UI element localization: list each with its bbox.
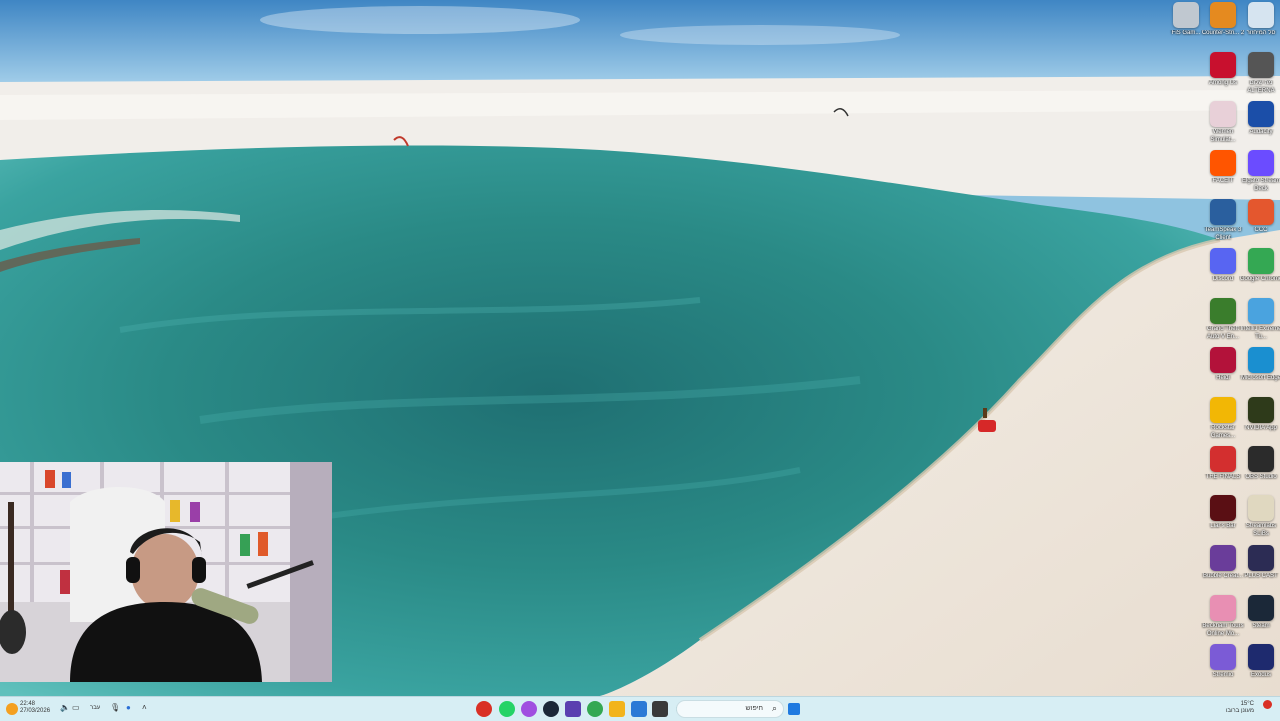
desktop-icon-label: NVIDIA App bbox=[1245, 425, 1277, 431]
desktop-icon-label: סל המיחזור bbox=[1246, 30, 1276, 36]
stream-deck-icon bbox=[1248, 150, 1274, 176]
desktop-icon[interactable]: CCC bbox=[1242, 199, 1280, 235]
app-tray-icon[interactable]: ● bbox=[126, 704, 131, 712]
game-controller-icon bbox=[1173, 2, 1199, 28]
desktop-icon[interactable]: Bubble Creat... bbox=[1203, 545, 1243, 581]
desktop-icon[interactable]: סל המיחזור bbox=[1242, 2, 1280, 38]
language-indicator[interactable]: עבר bbox=[90, 705, 100, 712]
desktop-icon[interactable]: OBS Studio bbox=[1242, 446, 1280, 482]
search-box[interactable]: ⌕ חיפוש bbox=[676, 700, 784, 718]
desktop-icon[interactable]: Stremio bbox=[1204, 644, 1242, 680]
desktop-icon[interactable]: Among Us bbox=[1204, 52, 1242, 88]
clock-date[interactable]: 27/03/2026 bbox=[20, 708, 50, 715]
desktop-icon[interactable]: Microsoft Edge bbox=[1240, 347, 1280, 383]
desktop-icon-label: Steam bbox=[1252, 623, 1270, 629]
counter-strike-icon bbox=[1210, 2, 1236, 28]
messenger-icon[interactable] bbox=[521, 701, 537, 717]
desktop-icon[interactable]: Exodus bbox=[1242, 644, 1280, 680]
plus-cast-icon bbox=[1248, 545, 1274, 571]
bubble-icon bbox=[1210, 545, 1236, 571]
game-icon bbox=[1210, 595, 1236, 621]
game-icon bbox=[1210, 101, 1236, 127]
desktop-icon[interactable]: Elgato Stream Deck bbox=[1242, 150, 1280, 193]
heidi-icon bbox=[1210, 347, 1236, 373]
chrome-icon[interactable] bbox=[587, 701, 603, 717]
desktop-icon[interactable]: TeamSpeak 3 Client bbox=[1204, 199, 1242, 242]
desktop-icon[interactable]: Counter-Stri... 2 bbox=[1202, 2, 1244, 38]
desktop-icon[interactable]: FiS Gam... bbox=[1167, 2, 1205, 38]
desktop-icon[interactable]: Google Chrome bbox=[1239, 248, 1280, 284]
notification-badge-icon[interactable] bbox=[1263, 700, 1272, 709]
desktop-icon-label: Audacity bbox=[1249, 129, 1273, 135]
desktop-icon[interactable]: Streamlabs SLiBs bbox=[1242, 495, 1280, 538]
edge-icon bbox=[1248, 347, 1274, 373]
desktop-icon-label: IntelliJ Extreme Tu... bbox=[1240, 326, 1280, 340]
desktop-icon[interactable]: Liar's Bar bbox=[1204, 495, 1242, 531]
weather-temp[interactable]: 15°C bbox=[1241, 701, 1254, 708]
weather-icon[interactable] bbox=[6, 703, 18, 715]
desktop-icon[interactable]: IntelliJ Extreme Tu... bbox=[1240, 298, 1280, 341]
desktop-icon[interactable]: Grand Theft Auto V En... bbox=[1204, 298, 1242, 341]
exodus-icon bbox=[1248, 644, 1274, 670]
app-icon[interactable] bbox=[652, 701, 668, 717]
steam-icon[interactable] bbox=[543, 701, 559, 717]
desktop-icon[interactable]: מה שלום ALTERNA bbox=[1242, 52, 1280, 95]
stremio-icon bbox=[1210, 644, 1236, 670]
desktop-icon-label: Google Chrome bbox=[1239, 276, 1280, 282]
rockstar-icon bbox=[1210, 397, 1236, 423]
steam-icon bbox=[1248, 595, 1274, 621]
speaker-icon[interactable]: 🔈 bbox=[60, 704, 70, 712]
among-us-icon bbox=[1210, 52, 1236, 78]
desktop-icon[interactable]: PLUS CAST bbox=[1242, 545, 1280, 581]
desktop-icon-label: Streamlabs SLiBs bbox=[1245, 523, 1277, 537]
desktop-icon-label: Elgato Stream Deck bbox=[1241, 178, 1280, 192]
desktop-icon[interactable]: FACEIT bbox=[1204, 150, 1242, 186]
weather-desc[interactable]: מעונן ברובו bbox=[1226, 708, 1254, 715]
nvidia-icon bbox=[1248, 397, 1274, 423]
desktop-icon-label: OBS Studio bbox=[1245, 474, 1277, 480]
desktop-icon[interactable]: THE FINALS bbox=[1204, 446, 1242, 482]
clock-time[interactable]: 22:48 bbox=[20, 701, 35, 708]
red-app-icon[interactable] bbox=[476, 701, 492, 717]
intel-icon bbox=[1248, 298, 1274, 324]
chrome-icon bbox=[1248, 248, 1274, 274]
teamspeak-icon bbox=[1210, 199, 1236, 225]
search-placeholder: חיפוש bbox=[745, 705, 763, 712]
desktop-icon[interactable]: Beckham Tours Online Mo... bbox=[1202, 595, 1244, 638]
taskbar: 22:48 27/03/2026 🔈 ▭ עבר 🎙 ● ˄ ⌕ חיפוש 1… bbox=[0, 696, 1280, 721]
audacity-icon bbox=[1248, 101, 1274, 127]
whatsapp-icon[interactable] bbox=[499, 701, 515, 717]
desktop-icon-label: Microsoft Edge bbox=[1240, 375, 1280, 381]
the-finals-icon bbox=[1210, 446, 1236, 472]
chevron-up-icon[interactable]: ˄ bbox=[142, 704, 147, 712]
desktop-icon[interactable]: Audacity bbox=[1242, 101, 1280, 137]
folder-icon[interactable] bbox=[609, 701, 625, 717]
app-icon[interactable] bbox=[565, 701, 581, 717]
ccc-icon bbox=[1248, 199, 1274, 225]
desktop-icon[interactable]: Heidi bbox=[1204, 347, 1242, 383]
recycle-bin-icon bbox=[1248, 2, 1274, 28]
desktop-icon[interactable]: NVIDIA App bbox=[1242, 397, 1280, 433]
display-icon[interactable]: ▭ bbox=[72, 704, 80, 712]
liars-bar-icon bbox=[1210, 495, 1236, 521]
gta-icon bbox=[1210, 298, 1236, 324]
desktop-icon[interactable]: Rockstar Games... bbox=[1204, 397, 1242, 440]
desktop-icon[interactable]: Steam bbox=[1242, 595, 1280, 631]
faceit-icon bbox=[1210, 150, 1236, 176]
desktop-icon-label: מה שלום ALTERNA bbox=[1247, 80, 1275, 94]
start-icon[interactable] bbox=[788, 703, 800, 715]
app-icon bbox=[1248, 52, 1274, 78]
streamlabs-icon bbox=[1248, 495, 1274, 521]
search-icon: ⌕ bbox=[771, 703, 777, 713]
store-icon[interactable] bbox=[631, 701, 647, 717]
webcam-overlay bbox=[0, 462, 332, 682]
obs-icon bbox=[1248, 446, 1274, 472]
desktop-icon[interactable]: Discord bbox=[1204, 248, 1242, 284]
desktop-icon-label: CCC bbox=[1254, 227, 1268, 233]
desktop-icon-label: PLUS CAST bbox=[1244, 573, 1278, 579]
microphone-icon[interactable]: 🎙 bbox=[110, 704, 120, 712]
desktop-icon-label: Exodus bbox=[1250, 672, 1271, 678]
desktop-icon[interactable]: Wemen Simulat... bbox=[1204, 101, 1242, 144]
discord-icon bbox=[1210, 248, 1236, 274]
